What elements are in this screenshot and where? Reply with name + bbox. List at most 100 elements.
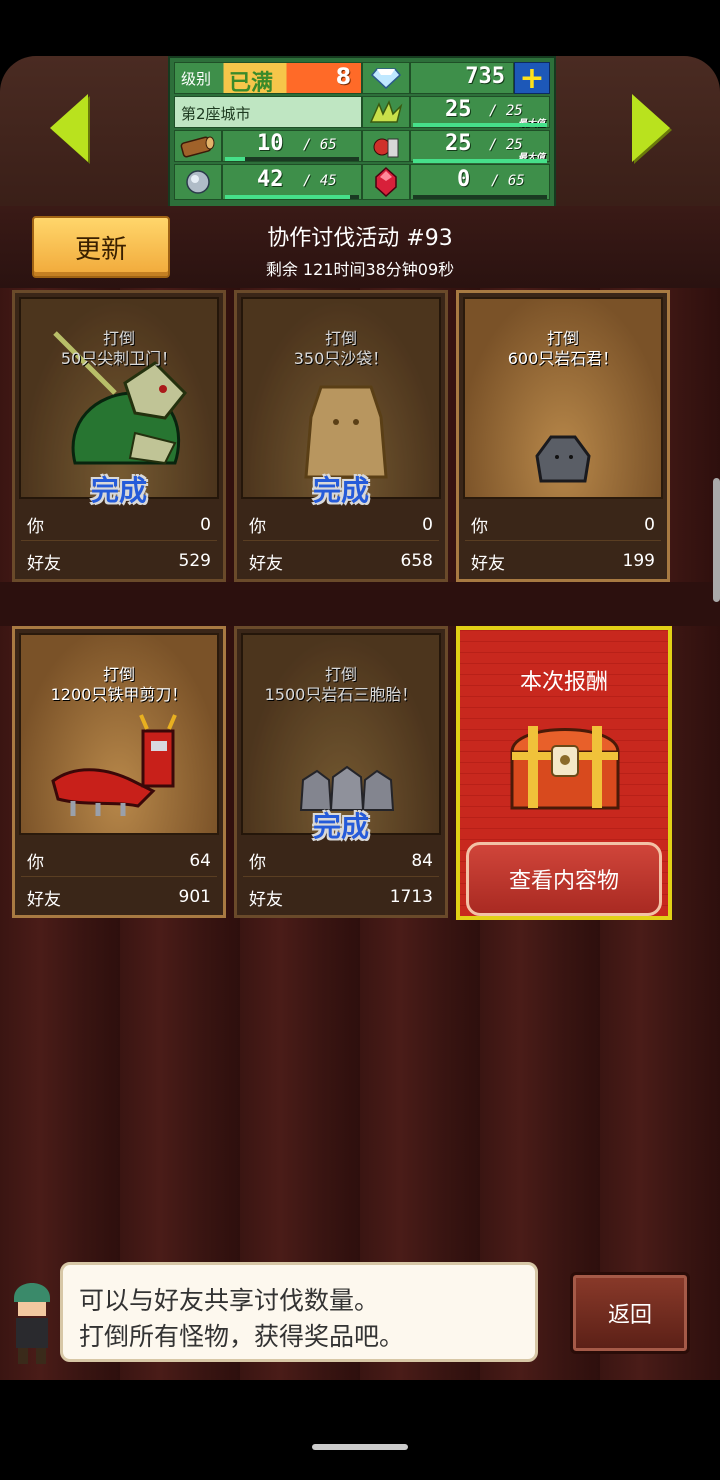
reward-card: 本次报酬 查看内容物 <box>456 626 672 920</box>
mission-image-area: 打倒 350只沙袋！ 完成 <box>241 297 441 507</box>
friend-label: 好友 <box>27 553 61 574</box>
level-label: 级别 <box>181 70 212 88</box>
friend-row: 好友 199 <box>465 545 661 577</box>
you-value: 84 <box>411 850 433 871</box>
wood-progress <box>225 157 359 161</box>
ruby-max: / 65 <box>491 173 525 189</box>
mission-line2: 1200只铁甲剪刀！ <box>50 685 188 704</box>
wood-current: 10 <box>257 131 284 156</box>
city-name: 第2座城市 <box>181 105 251 123</box>
friend-label: 好友 <box>249 889 283 910</box>
complete-label: 完成 <box>312 810 369 843</box>
mission-card[interactable]: 打倒 50只尖刺卫门！ 完成 你0 好友 529 <box>12 290 226 582</box>
treasure-chest-icon <box>510 726 620 810</box>
you-row: 你0 <box>21 509 217 541</box>
home-indicator[interactable] <box>312 1444 408 1450</box>
complete-label: 完成 <box>90 474 147 507</box>
you-row: 你0 <box>465 509 661 541</box>
ruby-current: 0 <box>457 167 471 192</box>
iron-scissors-monster-icon <box>51 714 177 816</box>
event-time-left: 剩余 121时间38分钟09秒 <box>265 260 455 279</box>
mission-text: 打倒 1500只岩石三胞胎！ <box>243 665 439 705</box>
refresh-button[interactable]: 更新 <box>32 216 170 278</box>
friend-row: 好友 529 <box>21 545 217 577</box>
mission-text: 打倒 50只尖刺卫门！ <box>21 329 217 369</box>
city-cell: 第2座城市 <box>174 96 362 128</box>
friend-value: 1713 <box>389 887 433 907</box>
you-label: 你 <box>471 517 488 537</box>
mission-line1: 打倒 <box>102 329 135 348</box>
mission-image-area: 打倒 1200只铁甲剪刀！ <box>19 633 219 835</box>
you-label: 你 <box>249 517 266 537</box>
you-label: 你 <box>249 853 266 873</box>
food-icon <box>362 130 410 162</box>
wood-max: / 65 <box>303 137 337 153</box>
you-row: 你0 <box>243 509 439 541</box>
add-gems-button[interactable]: + <box>514 61 550 96</box>
you-row: 你 64 <box>21 845 217 877</box>
mission-image-area: 打倒 600只岩石君！ <box>463 297 663 499</box>
arrow-left-icon[interactable] <box>50 94 88 162</box>
mission-line1: 打倒 <box>324 329 357 348</box>
rock-monster-icon <box>535 435 591 483</box>
food-current: 25 <box>445 131 472 156</box>
mission-line2: 600只岩石君！ <box>507 349 619 368</box>
friend-row: 好友 1713 <box>243 881 439 913</box>
mission-line1: 打倒 <box>546 329 579 348</box>
you-label: 你 <box>27 853 44 873</box>
food-progress <box>413 159 547 163</box>
scrollbar[interactable] <box>713 478 720 602</box>
ruby-progress <box>413 195 547 199</box>
hint-dialog: 可以与好友共享讨伐数量。 打倒所有怪物，获得奖品吧。 <box>60 1262 538 1362</box>
character-avatar <box>14 1283 50 1364</box>
you-value: 0 <box>200 514 211 535</box>
gems-value: 735 <box>465 64 505 89</box>
mission-line1: 打倒 <box>324 665 357 684</box>
mission-line2: 350只沙袋！ <box>293 349 389 368</box>
ore-current: 42 <box>257 167 284 192</box>
you-value: 0 <box>644 514 655 535</box>
mission-image-area: 打倒 50只尖刺卫门！ 完成 <box>19 297 219 507</box>
mission-card[interactable]: 打倒 600只岩石君！ 你0 好友 199 <box>456 290 670 582</box>
friend-label: 好友 <box>471 553 505 574</box>
gems-cell: 735 <box>410 62 514 94</box>
row-divider <box>0 582 720 626</box>
mission-card[interactable]: 打倒 1200只铁甲剪刀！ 你 64 好友 901 <box>12 626 226 918</box>
friend-row: 好友 658 <box>243 545 439 577</box>
friend-row: 好友 901 <box>21 881 217 913</box>
diamond-icon <box>362 62 410 94</box>
level-value: 8 <box>335 65 351 90</box>
friend-value: 901 <box>178 887 211 907</box>
mission-card[interactable]: 打倒 350只沙袋！ 完成 你0 好友 658 <box>234 290 448 582</box>
friend-value: 658 <box>400 551 433 571</box>
ruby-icon <box>362 164 410 200</box>
resource-panel: 级别 已满 8 735 + 第2座城市 25 / 25 最大值 10 / 65 … <box>168 56 556 208</box>
ruby-cell: 0 / 65 <box>410 159 550 200</box>
wood-log-icon <box>174 130 222 162</box>
mission-line1: 打倒 <box>102 665 135 684</box>
friend-label: 好友 <box>27 889 61 910</box>
friend-value: 199 <box>622 551 655 571</box>
arrow-right-icon[interactable] <box>632 94 670 162</box>
you-row: 你 84 <box>243 845 439 877</box>
friend-label: 好友 <box>249 553 283 574</box>
grass-icon <box>362 96 410 128</box>
event-title: 协作讨伐活动 #93 <box>267 226 453 251</box>
mission-image-area: 打倒 1500只岩石三胞胎！ 完成 <box>241 633 441 843</box>
level-status: 已满 <box>229 71 274 96</box>
ore-cell: 42 / 45 <box>222 164 362 200</box>
mission-card[interactable]: 打倒 1500只岩石三胞胎！ 完成 你 84 好友 1713 <box>234 626 448 918</box>
mission-text: 打倒 600只岩石君！ <box>465 329 661 369</box>
ore-progress <box>225 195 359 199</box>
hint-line2: 打倒所有怪物，获得奖品吧。 <box>79 1322 405 1351</box>
back-button[interactable]: 返回 <box>570 1272 690 1354</box>
hint-line1: 可以与好友共享讨伐数量。 <box>79 1286 380 1315</box>
mission-text: 打倒 1200只铁甲剪刀！ <box>21 665 217 705</box>
food-cell: 25 / 25 最大值 <box>410 123 550 163</box>
grass-current: 25 <box>445 97 472 122</box>
view-contents-button[interactable]: 查看内容物 <box>466 842 662 916</box>
friend-value: 529 <box>178 551 211 571</box>
complete-label: 完成 <box>312 474 369 507</box>
reward-title: 本次报酬 <box>519 670 608 695</box>
mission-text: 打倒 350只沙袋！ <box>243 329 439 369</box>
